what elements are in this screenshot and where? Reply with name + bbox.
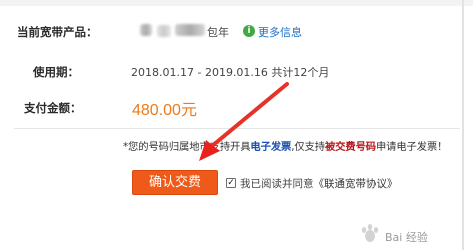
annotation-arrow-icon — [199, 82, 289, 161]
watermark-text: Bai 经验 — [385, 231, 428, 244]
